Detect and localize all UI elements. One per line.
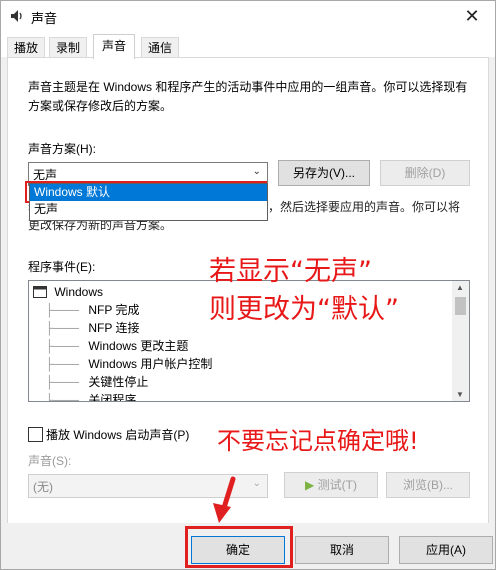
title-bar: 声音 ✕ (1, 1, 495, 31)
startup-sound-checkbox[interactable] (28, 427, 43, 442)
program-events-label: 程序事件(E): (28, 260, 96, 274)
sound-label: 声音(S): (28, 454, 72, 468)
annotation-line-2: 则更改为“默认” (209, 294, 399, 325)
test-button[interactable]: ▶ 测试(T) (284, 472, 378, 498)
list-item[interactable]: ├─── 关键性停止 (45, 373, 148, 391)
annotation-line-3: 不要忘记点确定哦! (217, 427, 419, 455)
sound-select[interactable]: (无) ⌄ (28, 474, 268, 498)
sound-theme-description: 声音主题是在 Windows 和程序产生的活动事件中应用的一组声音。你可以选择现… (28, 80, 468, 113)
cancel-button[interactable]: 取消 (295, 536, 389, 564)
tab-communications[interactable]: 通信 (141, 37, 180, 58)
close-icon[interactable]: ✕ (459, 5, 485, 27)
scheme-label: 声音方案(H): (28, 142, 96, 156)
tab-strip: 播放 录制 声音 通信 (1, 31, 495, 59)
list-item[interactable]: ├─── Windows 更改主题 (45, 337, 188, 355)
tab-sounds[interactable]: 声音 (93, 34, 136, 59)
list-item[interactable]: ├─── NFP 完成 (45, 301, 139, 319)
sound-select-value: (无) (33, 480, 53, 494)
annotation-line-1: 若显示“无声” (209, 256, 372, 287)
sound-dialog: 声音 ✕ 播放 录制 声音 通信 声音主题是在 Windows 和程序产生的活动… (0, 0, 496, 570)
save-as-button[interactable]: 另存为(V)... (278, 160, 370, 186)
delete-button[interactable]: 删除(D) (380, 160, 470, 186)
list-item[interactable]: Windows (33, 283, 103, 301)
list-item[interactable]: ├─── NFP 连接 (45, 319, 139, 337)
startup-sound-label: 播放 Windows 启动声音(P) (46, 428, 190, 442)
scroll-up-icon[interactable]: ▲ (456, 283, 464, 292)
ok-button-highlight (185, 526, 293, 568)
apply-button[interactable]: 应用(A) (399, 536, 493, 564)
list-item[interactable]: ├─── Windows 用户帐户控制 (45, 355, 212, 373)
browse-button[interactable]: 浏览(B)... (386, 472, 470, 498)
chevron-down-icon: ⌄ (252, 166, 261, 177)
scheme-dropdown-list: Windows 默认 无声 (29, 183, 268, 221)
scheme-option-silent[interactable]: 无声 (30, 201, 267, 218)
scrollbar-thumb[interactable] (455, 297, 466, 315)
speaker-icon (11, 10, 22, 22)
scheme-option-windows-default[interactable]: Windows 默认 (30, 184, 267, 201)
scroll-down-icon[interactable]: ▼ (456, 390, 464, 399)
window-icon (33, 286, 47, 298)
events-scrollbar[interactable]: ▲ ▼ (452, 281, 469, 401)
list-item[interactable]: ├─── 关闭程序 (45, 391, 136, 401)
tab-playback[interactable]: 播放 (7, 37, 46, 58)
play-icon: ▶ (305, 478, 315, 492)
window-title: 声音 (31, 11, 58, 26)
chevron-down-icon: ⌄ (252, 478, 261, 489)
tab-recording[interactable]: 录制 (49, 37, 88, 58)
